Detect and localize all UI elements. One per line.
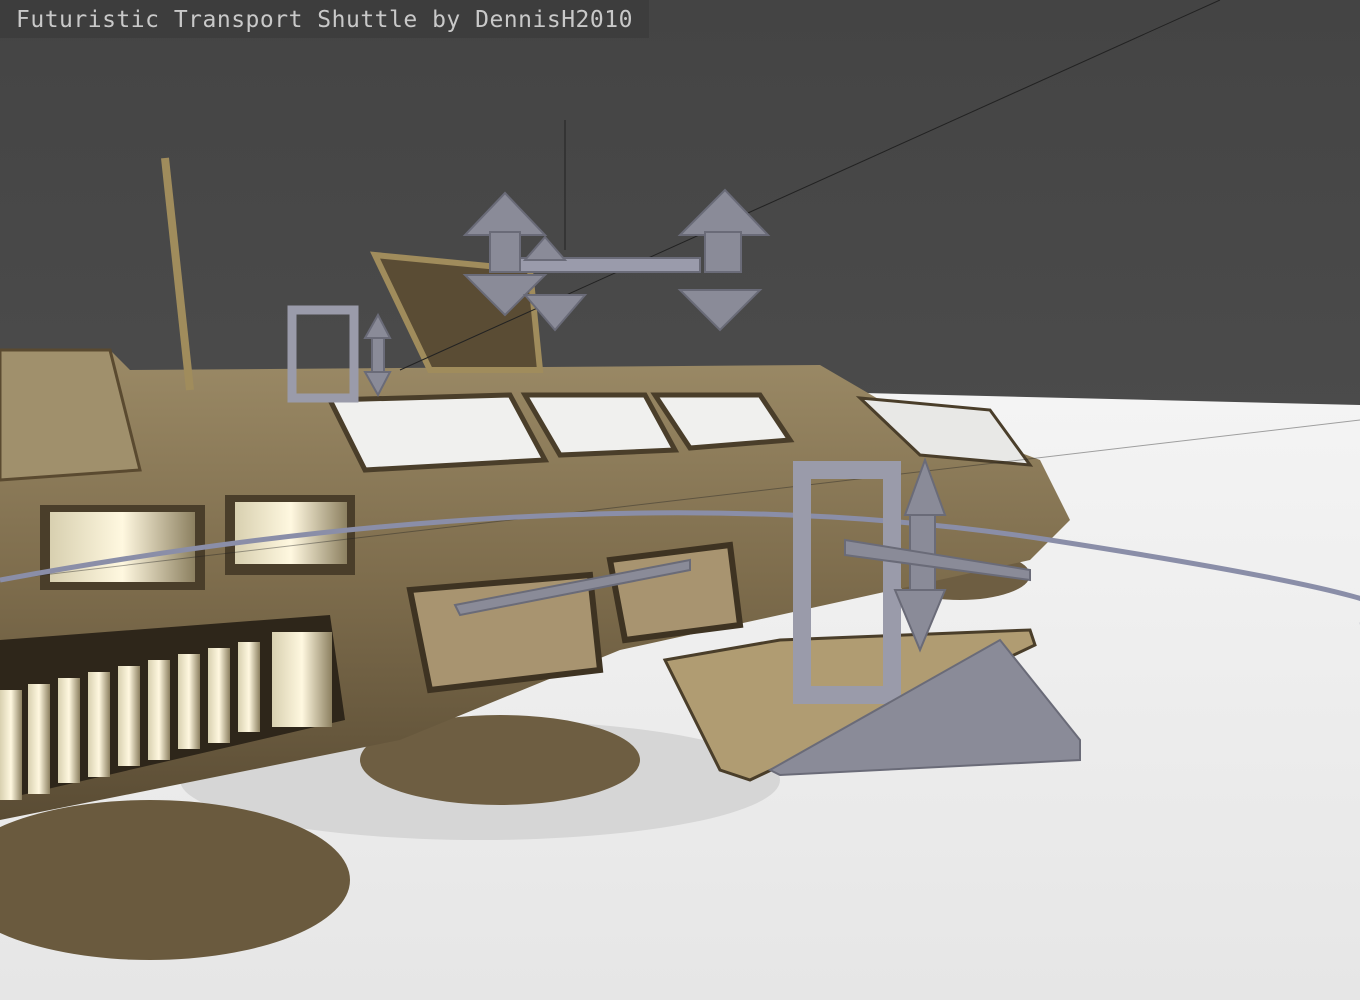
3d-viewport[interactable] <box>0 0 1360 1000</box>
model-title: Futuristic Transport Shuttle by DennisH2… <box>0 0 649 38</box>
